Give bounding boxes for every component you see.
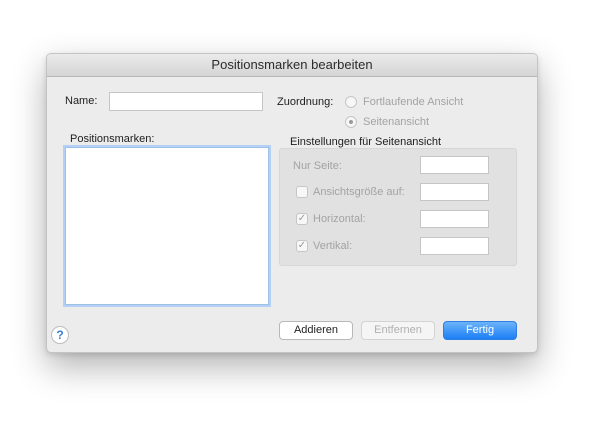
radio-seitenansicht-label: Seitenansicht: [363, 116, 430, 128]
ansichtsgroesse-label: Ansichtsgröße auf:: [313, 186, 405, 198]
nur-seite-label: Nur Seite:: [293, 160, 342, 172]
horizontal-checkbox[interactable]: ✓: [296, 213, 308, 225]
ansichtsgroesse-field[interactable]: [420, 183, 489, 201]
radio-selected-dot: [349, 120, 353, 124]
entfernen-button[interactable]: Entfernen: [361, 321, 435, 340]
fertig-button[interactable]: Fertig: [443, 321, 517, 340]
nur-seite-field[interactable]: [420, 156, 489, 174]
radio-fortlaufende-ansicht-label: Fortlaufende Ansicht: [363, 96, 464, 108]
radio-seitenansicht[interactable]: [345, 116, 357, 128]
group-title: Einstellungen für Seitenansicht: [290, 136, 442, 148]
horizontal-field[interactable]: [420, 210, 489, 228]
zuordnung-label: Zuordnung:: [277, 96, 334, 108]
positionsmarken-list[interactable]: [65, 147, 269, 305]
name-label: Name:: [65, 95, 98, 107]
dialog-title: Positionsmarken bearbeiten: [47, 54, 537, 77]
horizontal-label: Horizontal:: [313, 213, 366, 225]
radio-fortlaufende-ansicht[interactable]: [345, 96, 357, 108]
help-button[interactable]: ?: [51, 326, 69, 344]
ansichtsgroesse-checkbox[interactable]: [296, 186, 308, 198]
vertikal-checkbox[interactable]: ✓: [296, 240, 308, 252]
vertikal-field[interactable]: [420, 237, 489, 255]
dialog-window: Positionsmarken bearbeiten Name: Zuordnu…: [46, 53, 538, 353]
vertikal-label: Vertikal:: [313, 240, 353, 252]
seitenansicht-settings-group: Nur Seite: Ansichtsgröße auf: ✓ Horizont…: [279, 148, 517, 266]
positionsmarken-label: Positionsmarken:: [70, 133, 155, 145]
addieren-button[interactable]: Addieren: [279, 321, 353, 340]
name-field[interactable]: [109, 92, 263, 111]
